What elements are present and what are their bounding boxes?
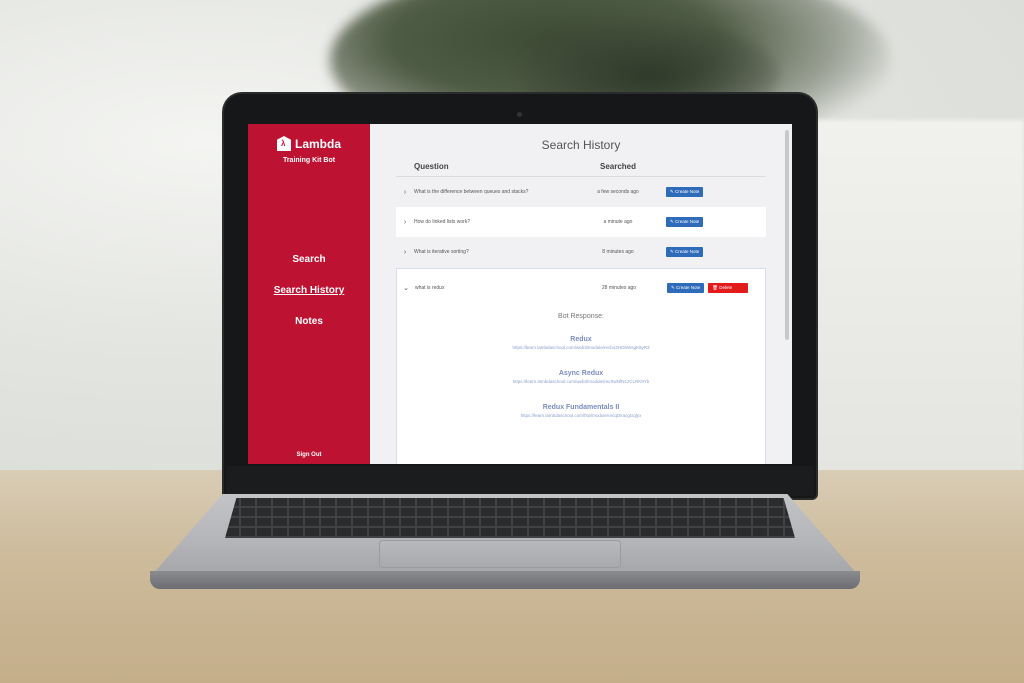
table-row[interactable]: › What is iterative sorting? 8 minutes a… bbox=[396, 237, 766, 267]
main-content: Search History Question Searched › What … bbox=[370, 124, 792, 464]
chevron-right-icon[interactable]: › bbox=[396, 219, 414, 226]
column-header-searched: Searched bbox=[599, 162, 637, 171]
chevron-right-icon[interactable]: › bbox=[396, 249, 414, 256]
row-searched: 28 minutes ago bbox=[601, 285, 637, 291]
table-header: Question Searched bbox=[396, 162, 766, 177]
lambda-logo-icon: λ bbox=[276, 136, 291, 151]
response-link[interactable]: https://learn.lambdaschool.com/fsw/modul… bbox=[397, 413, 765, 418]
row-searched: 8 minutes ago bbox=[602, 249, 634, 255]
row-question: what is redux bbox=[415, 285, 445, 291]
chevron-down-icon[interactable]: ⌄ bbox=[397, 284, 415, 292]
row-searched: a few seconds ago bbox=[597, 189, 639, 195]
sign-out-link[interactable]: Sign Out bbox=[248, 452, 370, 458]
scrollbar[interactable] bbox=[785, 130, 789, 340]
sidebar-item-search[interactable]: Search bbox=[248, 254, 370, 265]
keyboard bbox=[225, 498, 795, 538]
create-note-label: Create Note bbox=[675, 249, 700, 254]
column-header-question: Question bbox=[414, 162, 449, 171]
create-note-label: Create Note bbox=[676, 285, 701, 290]
page-title: Search History bbox=[541, 138, 621, 152]
bot-response-item: Redux Fundamentals II https://learn.lamb… bbox=[397, 404, 765, 418]
webcam bbox=[517, 112, 522, 117]
sidebar-item-search-history[interactable]: Search History bbox=[248, 285, 370, 296]
table-row[interactable]: › How do linked lists work? a minute ago… bbox=[396, 207, 766, 237]
table-row[interactable]: ⌄ what is redux 28 minutes ago ✎ Create … bbox=[397, 269, 765, 307]
create-note-button[interactable]: ✎ Create Note bbox=[666, 247, 704, 257]
chevron-right-icon[interactable]: › bbox=[396, 189, 414, 196]
row-question: What is iterative sorting? bbox=[414, 249, 469, 255]
table-row[interactable]: › What is the difference between queues … bbox=[396, 177, 766, 207]
row-searched: a minute ago bbox=[603, 219, 633, 225]
create-note-button[interactable]: ✎ Create Note bbox=[667, 283, 705, 293]
expanded-row-panel: ⌄ what is redux 28 minutes ago ✎ Create … bbox=[396, 268, 766, 464]
brand-subtitle: Training Kit Bot bbox=[282, 157, 336, 164]
brand-name: Lambda bbox=[294, 136, 341, 151]
bot-response-item: Redux https://learn.lambdaschool.com/web… bbox=[397, 336, 765, 350]
create-note-label: Create Note bbox=[675, 219, 700, 224]
response-title: Redux Fundamentals II bbox=[542, 404, 620, 411]
response-title: Async Redux bbox=[558, 370, 604, 377]
bot-response-label: Bot Response: bbox=[558, 313, 604, 320]
sidebar-item-notes[interactable]: Notes bbox=[248, 316, 370, 327]
row-question: How do linked lists work? bbox=[414, 219, 471, 225]
background-window bbox=[800, 120, 1024, 480]
sidebar-nav: Search Search History Notes bbox=[248, 254, 370, 347]
laptop-base-edge bbox=[150, 571, 860, 589]
delete-button[interactable]: 🗑 Delete bbox=[708, 283, 749, 293]
response-title: Redux bbox=[570, 336, 592, 343]
trackpad bbox=[380, 541, 620, 567]
response-link[interactable]: https://learn.lambdaschool.com/web3/modu… bbox=[397, 345, 765, 350]
bot-response-item: Async Redux https://learn.lambdaschool.c… bbox=[397, 370, 765, 384]
response-link[interactable]: https://learn.lambdaschool.com/web3/modu… bbox=[397, 379, 765, 384]
row-question: What is the difference between queues an… bbox=[414, 189, 529, 195]
laptop-hinge bbox=[226, 466, 814, 496]
create-note-button[interactable]: ✎ Create Note bbox=[666, 217, 704, 227]
app-screen: λ Lambda Training Kit Bot Search Search … bbox=[248, 124, 792, 464]
create-note-label: Create Note bbox=[675, 189, 700, 194]
create-note-button[interactable]: ✎ Create Note bbox=[666, 187, 704, 197]
brand[interactable]: λ Lambda bbox=[248, 136, 370, 151]
delete-label: Delete bbox=[719, 285, 733, 290]
sidebar: λ Lambda Training Kit Bot Search Search … bbox=[248, 124, 370, 464]
